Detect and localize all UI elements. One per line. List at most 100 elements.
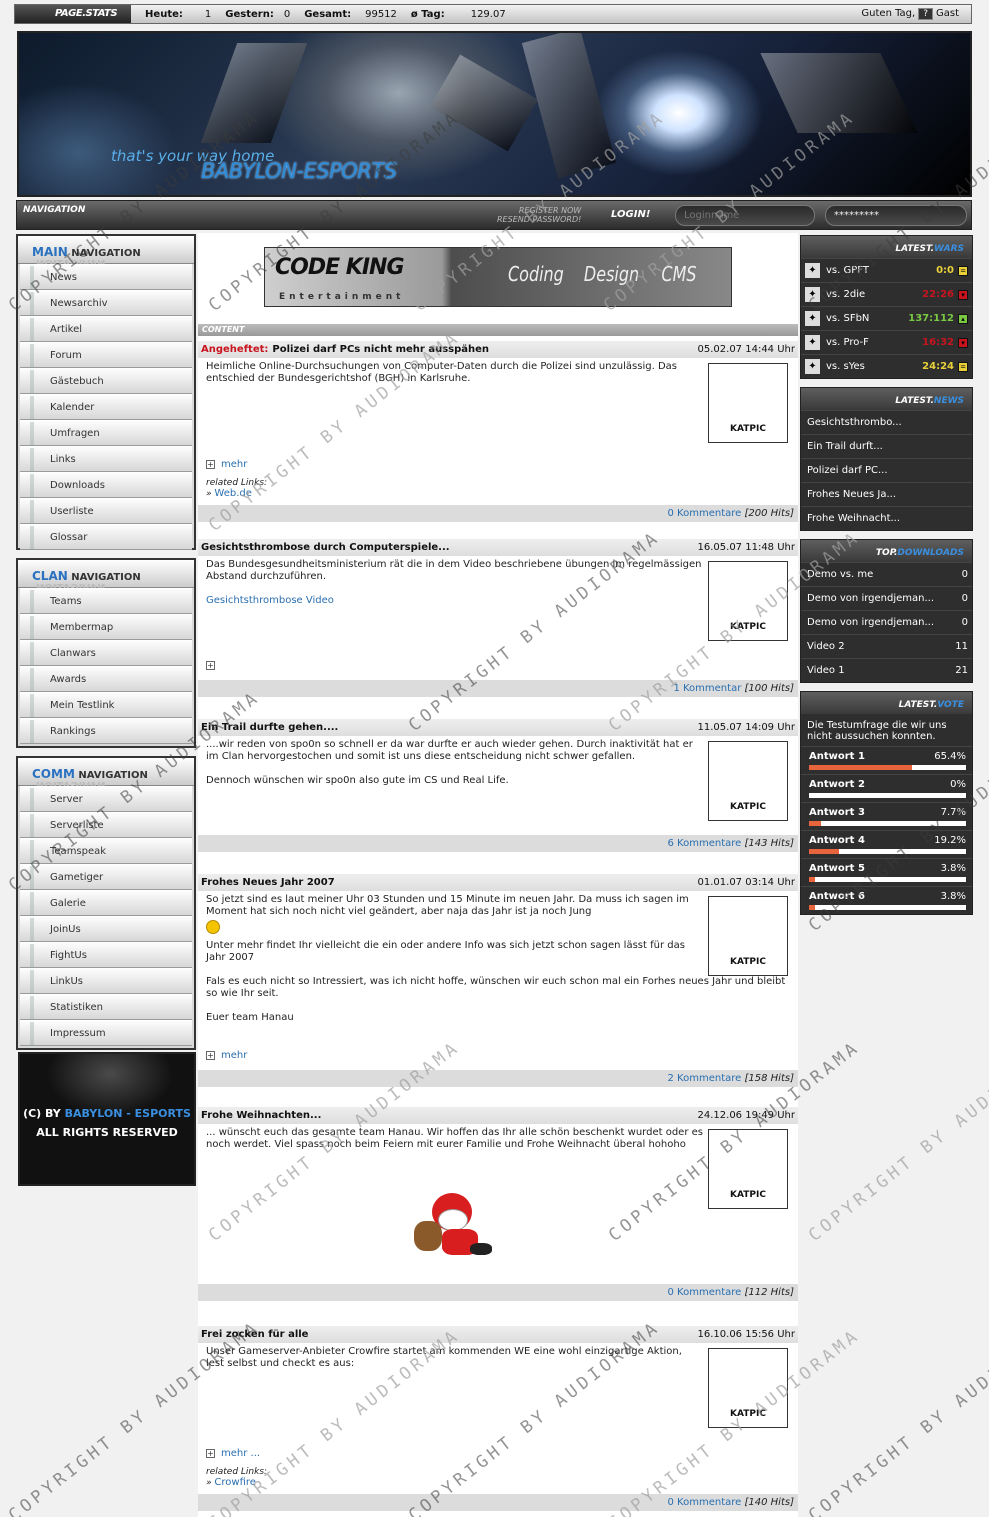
download-item[interactable]: Video 1 21 [801,658,972,682]
download-name: Video 1 [807,665,845,676]
help-icon[interactable]: ? [918,8,933,20]
sidebar-item-membermap[interactable]: Membermap [20,614,192,640]
register-link[interactable]: REGISTER NOW [497,206,581,215]
sidebar-item-impressum[interactable]: Impressum [20,1020,192,1046]
latest-wars-title: LATEST.WARS [801,236,972,258]
sidebar-item-newsarchiv[interactable]: Newsarchiv [20,290,192,316]
war-row[interactable]: ✦ vs. SFbN 137:112 ▴ [801,306,972,330]
news-image: KATPIC [708,363,788,443]
latest-news-item[interactable]: Polizei darf PC... [801,458,972,482]
download-name: Demo von irgendjeman... [807,617,935,628]
login-name-input[interactable] [675,205,815,226]
news-title[interactable]: Frohe Weihnachten... [201,1110,321,1124]
download-name: Demo vs. me [807,569,874,580]
sidebar-item-kalender[interactable]: Kalender [20,394,192,420]
sidebar-item-artikel[interactable]: Artikel [20,316,192,342]
sidebar-item-statistiken[interactable]: Statistiken [20,994,192,1020]
expand-toggle[interactable]: + [206,660,221,671]
game-icon: ✦ [805,263,820,278]
news-title[interactable]: Ein Trail durfte gehen.... [201,722,338,736]
sidebar-item-linkus[interactable]: LinkUs [20,968,192,994]
news-date: 05.02.07 14:44 Uhr [697,344,795,355]
latest-news-item[interactable]: Ein Trail durft... [801,434,972,458]
video-link[interactable]: Gesichtsthrombose Video [206,595,334,606]
latest-news-box: LATEST.NEWS Gesichtsthrombo... Ein Trail … [800,387,973,531]
codeking-banner[interactable]: CODE KING Entertainment Coding Design CM… [264,247,732,307]
sidebar-item-gästebuch[interactable]: Gästebuch [20,368,192,394]
comments-link[interactable]: 0 Kommentare [668,1497,742,1508]
sidebar-item-clanwars[interactable]: Clanwars [20,640,192,666]
sidebar-item-forum[interactable]: Forum [20,342,192,368]
related-link[interactable]: Crowfire [214,1477,256,1488]
more-link[interactable]: + mehr [206,1050,247,1061]
sidebar-item-server[interactable]: Server [20,786,192,812]
sidebar-item-mein-testlink[interactable]: Mein Testlink [20,692,192,718]
comm-navigation: COMM NAVIGATIONNAVIGATION ServerServerli… [16,756,196,1050]
war-row[interactable]: ✦ vs. Pro-F 16:32 ▾ [801,330,972,354]
latest-news-item[interactable]: Gesichtsthrombo... [801,410,972,434]
vote-percent: 65.4% [934,751,966,762]
related-link[interactable]: Web.de [214,488,251,499]
vote-answer: Antwort 6 3.8% [801,886,972,914]
war-status-icon: = [958,265,968,276]
sidebar-item-userliste[interactable]: Userliste [20,498,192,524]
war-score: 16:32 [922,337,954,348]
total-value: 99512 [365,8,397,20]
sidebar-item-teams[interactable]: Teams [20,588,192,614]
war-row[interactable]: ✦ vs. 2die 22:26 ▾ [801,282,972,306]
watermark-text: COPYRIGHT BY AUDIORAMA [805,1317,989,1517]
war-score: 24:24 [922,361,954,372]
sidebar-item-downloads[interactable]: Downloads [20,472,192,498]
sidebar-item-awards[interactable]: Awards [20,666,192,692]
sidebar-item-fightus[interactable]: FightUs [20,942,192,968]
comments-link[interactable]: 1 Kommentar [673,683,741,694]
vote-percent: 7.7% [940,807,966,818]
download-item[interactable]: Demo vs. me 0 [801,562,972,586]
vote-percent: 0% [950,779,966,790]
login-button[interactable]: LOGIN! [611,209,650,220]
news-title[interactable]: Frei zocken für alle [201,1329,308,1343]
latest-news-item[interactable]: Frohe Weihnacht... [801,506,972,530]
sidebar-item-galerie[interactable]: Galerie [20,890,192,916]
copyright-footer: (C) BY BABYLON - ESPORTS ALL RIGHTS RESE… [18,1052,196,1186]
sidebar-item-gametiger[interactable]: Gametiger [20,864,192,890]
password-input[interactable] [825,205,967,226]
vote-percent: 19.2% [934,835,966,846]
comments-link[interactable]: 0 Kommentare [668,508,742,519]
sidebar-item-glossar[interactable]: Glossar [20,524,192,550]
war-row[interactable]: ✦ vs. sYes 24:24 = [801,354,972,378]
latest-news-title: LATEST.NEWS [801,388,972,410]
download-item[interactable]: Demo von irgendjeman... 0 [801,610,972,634]
sidebar-item-joinus[interactable]: JoinUs [20,916,192,942]
latest-news-item[interactable]: Frohes Neues Ja... [801,482,972,506]
war-row[interactable]: ✦ vs. GPFT 0:0 = [801,258,972,282]
sidebar-item-serverliste[interactable]: Serverliste [20,812,192,838]
header-brand: BABYLON-ESPORTS [201,159,397,183]
news-item: Frohes Neues Jahr 2007 01.01.07 03:14 Uhr… [198,874,798,1102]
sidebar-item-news[interactable]: News [20,264,192,290]
vote-answer-label: Antwort 1 [809,751,865,762]
news-image: KATPIC [708,741,788,821]
sidebar-item-rankings[interactable]: Rankings [20,718,192,744]
news-title[interactable]: Gesichtsthrombose durch Computerspiele..… [201,542,450,556]
comments-link[interactable]: 0 Kommentare [668,1287,742,1298]
sidebar-item-teamspeak[interactable]: Teamspeak [20,838,192,864]
resend-password-link[interactable]: RESEND PASSWORD! [497,215,581,224]
more-link[interactable]: + mehr [206,459,247,470]
vote-bar-fill [809,905,815,910]
war-status-icon: ▴ [958,313,968,324]
news-item: Frei zocken für alle 16.10.06 15:56 Uhr U… [198,1326,798,1517]
page-stats-bar: PAGE.STATS Heute: 1 Gestern: 0 Gesamt: 9… [14,4,972,24]
download-item[interactable]: Video 2 11 [801,634,972,658]
vote-bar-fill [809,849,840,854]
comments-link[interactable]: 6 Kommentare [668,838,742,849]
sidebar-item-umfragen[interactable]: Umfragen [20,420,192,446]
news-title[interactable]: Polizei darf PCs nicht mehr ausspähen [272,344,489,358]
vote-percent: 3.8% [940,863,966,874]
more-link[interactable]: + mehr ... [206,1448,260,1459]
sidebar-item-links[interactable]: Links [20,446,192,472]
news-title[interactable]: Frohes Neues Jahr 2007 [201,877,335,891]
yesterday-label: Gestern: [225,8,274,20]
comments-link[interactable]: 2 Kommentare [668,1073,742,1084]
download-item[interactable]: Demo von irgendjeman... 0 [801,586,972,610]
